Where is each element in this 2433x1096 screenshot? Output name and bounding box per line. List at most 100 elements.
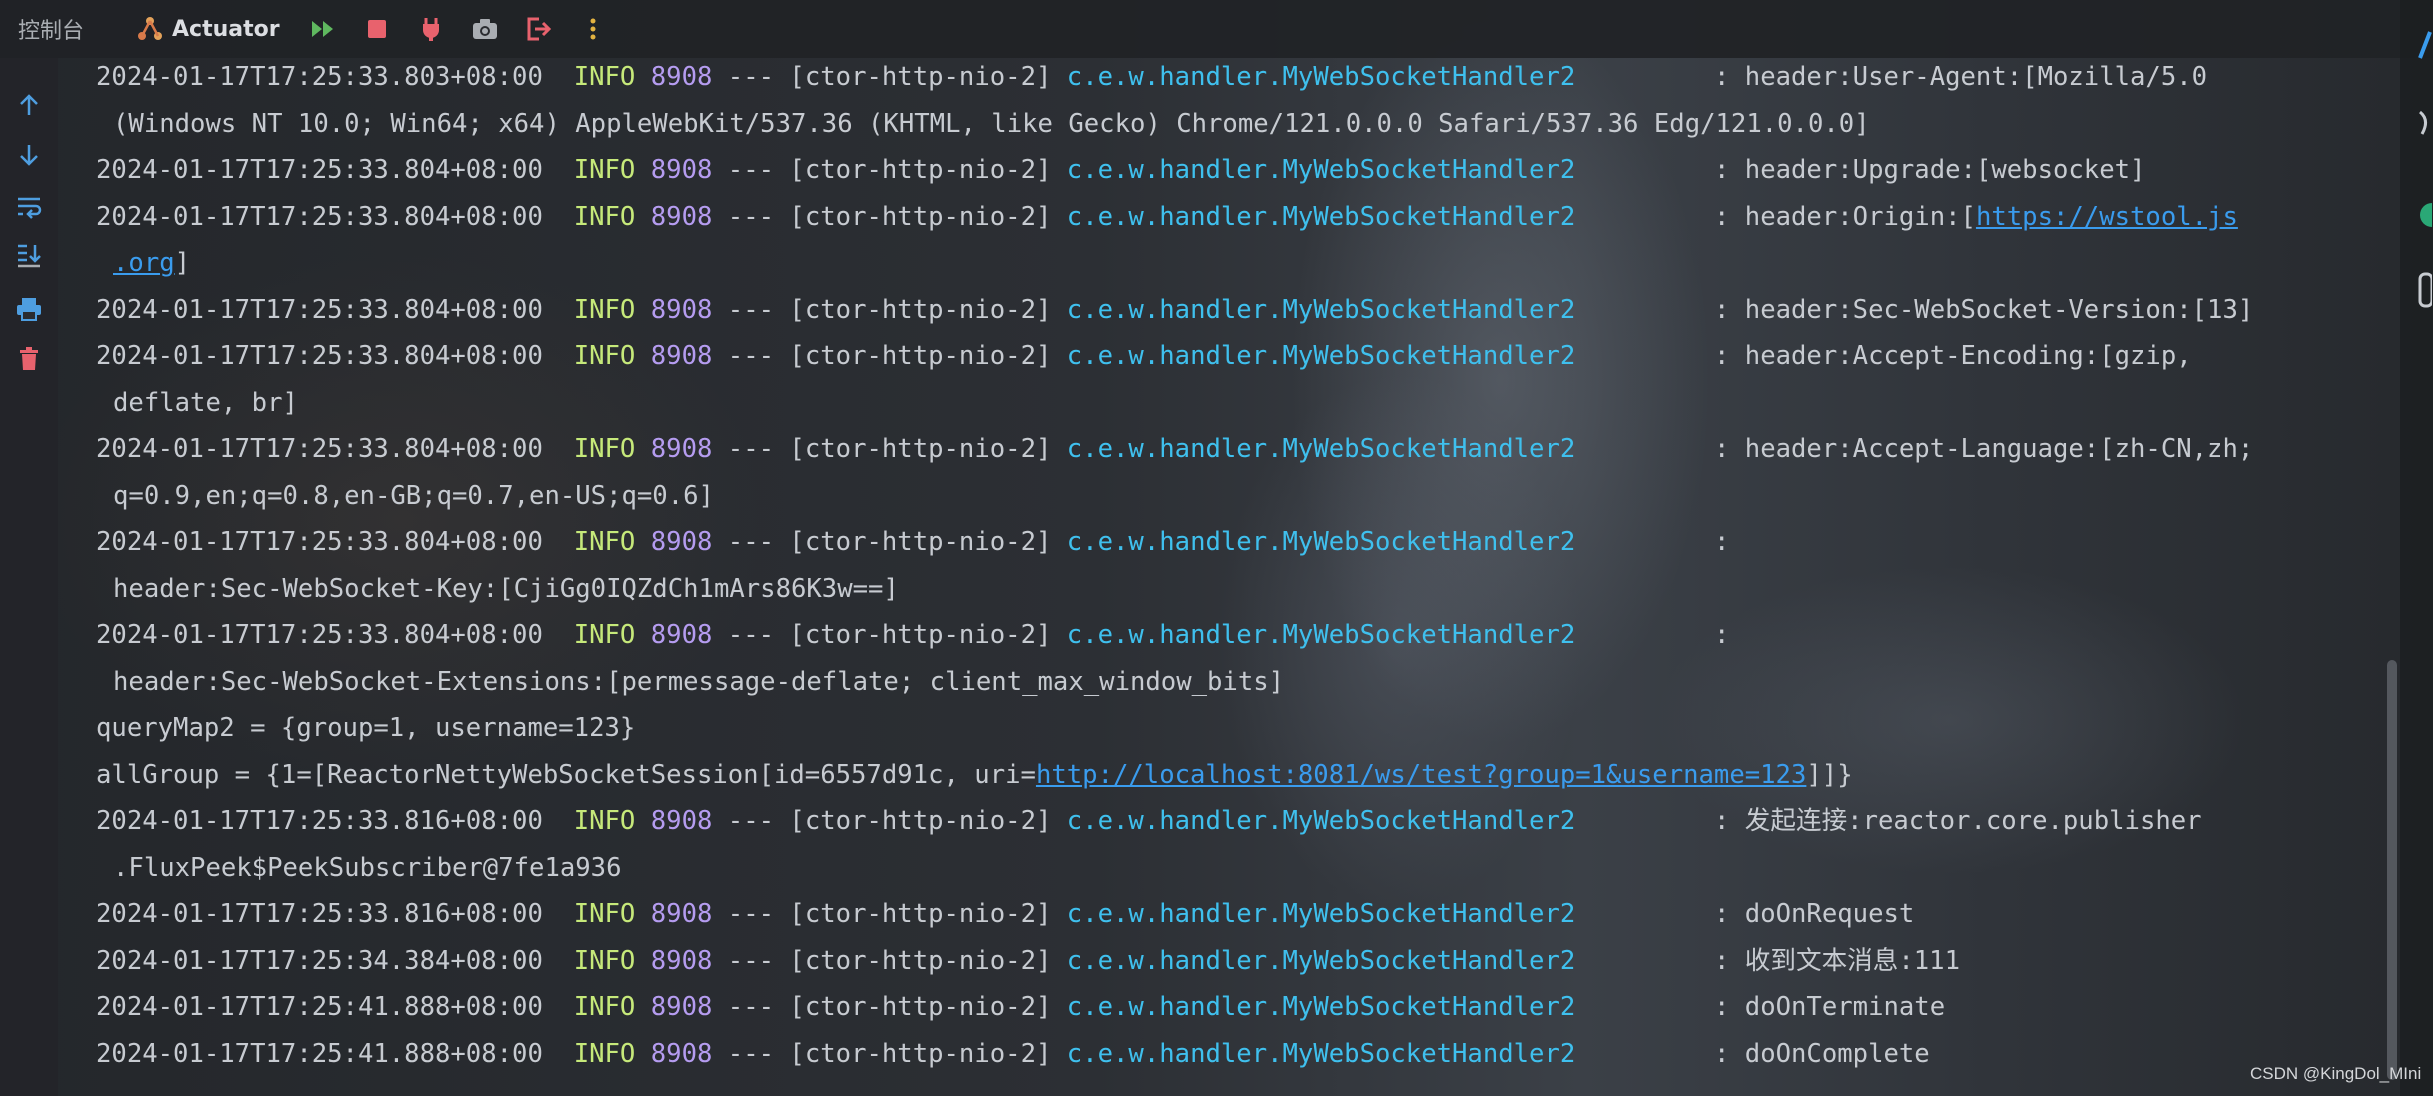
log-link[interactable]: http://localhost:8081/ws/test?group=1&us…: [1036, 760, 1806, 790]
stop-icon[interactable]: [360, 12, 394, 46]
log-thread: --- [ctor-http-nio-2]: [712, 992, 1067, 1022]
log-line: 2024-01-17T17:25:33.804+08:00 INFO 8908 …: [96, 194, 2376, 241]
actuator-tab-label: Actuator: [172, 16, 280, 42]
log-line: 2024-01-17T17:25:33.816+08:00 INFO 8908 …: [96, 798, 2376, 845]
log-logger-class[interactable]: c.e.w.handler.MyWebSocketHandler2: [1067, 341, 1576, 371]
log-separator: :: [1575, 201, 1745, 232]
tab-actuator[interactable]: Actuator: [136, 15, 280, 43]
log-pid: 8908: [650, 434, 713, 464]
log-timestamp: 2024-01-17T17:25:41.888+08:00: [96, 992, 543, 1022]
log-separator: :: [1575, 806, 1745, 836]
log-message: doOnRequest: [1744, 899, 1915, 929]
log-line: queryMap2 = {group=1, username=123}: [96, 705, 2376, 752]
tool-window-icon[interactable]: [2418, 30, 2432, 60]
log-logger-class[interactable]: c.e.w.handler.MyWebSocketHandler2: [1067, 295, 1576, 325]
log-separator: :: [1575, 945, 1745, 976]
log-separator: :: [1575, 899, 1745, 929]
log-level: INFO: [573, 294, 636, 325]
log-message-tail: ]]}: [1806, 759, 1853, 790]
log-pid: 8908: [650, 155, 713, 185]
log-message: queryMap2 = {group=1, username=123}: [96, 713, 636, 743]
log-timestamp: 2024-01-17T17:25:33.803+08:00: [96, 62, 543, 92]
log-separator: :: [1575, 1038, 1745, 1069]
plug-icon[interactable]: [414, 12, 448, 46]
arrow-up-icon[interactable]: [12, 88, 46, 122]
log-logger-class[interactable]: c.e.w.handler.MyWebSocketHandler2: [1067, 434, 1576, 464]
log-thread: --- [ctor-http-nio-2]: [712, 201, 1067, 232]
log-line: .org]: [96, 240, 2376, 287]
log-pid: 8908: [650, 620, 713, 650]
log-timestamp: 2024-01-17T17:25:33.804+08:00: [96, 341, 543, 371]
log-separator: :: [1575, 620, 1730, 650]
log-continuation: .FluxPeek$PeekSubscriber@7fe1a936: [113, 852, 622, 883]
scrollbar-thumb[interactable]: [2387, 660, 2397, 1080]
log-level: INFO: [573, 155, 636, 185]
settings-icon[interactable]: [2418, 108, 2432, 138]
log-line: header:Sec-WebSocket-Extensions:[permess…: [96, 659, 2376, 706]
log-line: 2024-01-17T17:25:33.804+08:00 INFO 8908 …: [96, 147, 2376, 194]
log-logger-class[interactable]: c.e.w.handler.MyWebSocketHandler2: [1067, 202, 1576, 232]
log-logger-class[interactable]: c.e.w.handler.MyWebSocketHandler2: [1067, 806, 1576, 836]
log-message: header:Accept-Language:[zh-CN,zh;: [1744, 434, 2254, 464]
log-separator: :: [1575, 992, 1745, 1022]
log-thread: --- [ctor-http-nio-2]: [712, 945, 1067, 976]
log-message: header:Sec-WebSocket-Version:[13]: [1744, 294, 2254, 325]
log-line: 2024-01-17T17:25:33.804+08:00 INFO 8908 …: [96, 287, 2376, 334]
log-logger-class[interactable]: c.e.w.handler.MyWebSocketHandler2: [1067, 899, 1576, 929]
log-pid: 8908: [650, 1038, 713, 1069]
console-log-output[interactable]: 2024-01-17T17:25:33.803+08:00 INFO 8908 …: [96, 54, 2376, 1096]
log-pid: 8908: [650, 945, 713, 976]
trash-icon[interactable]: [12, 342, 46, 376]
log-continuation: q=0.9,en;q=0.8,en-GB;q=0.7,en-US;q=0.6]: [113, 480, 714, 511]
exit-icon[interactable]: [522, 12, 556, 46]
log-line: .FluxPeek$PeekSubscriber@7fe1a936: [96, 845, 2376, 892]
log-line: 2024-01-17T17:25:41.888+08:00 INFO 8908 …: [96, 984, 2376, 1031]
log-logger-class[interactable]: c.e.w.handler.MyWebSocketHandler2: [1067, 62, 1576, 92]
log-logger-class[interactable]: c.e.w.handler.MyWebSocketHandler2: [1067, 946, 1576, 976]
log-pid: 8908: [650, 62, 713, 92]
log-line: allGroup = {1=[ReactorNettyWebSocketSess…: [96, 752, 2376, 799]
log-timestamp: 2024-01-17T17:25:33.816+08:00: [96, 806, 543, 836]
log-pid: 8908: [650, 992, 713, 1022]
log-thread: --- [ctor-http-nio-2]: [712, 806, 1067, 836]
print-icon[interactable]: [12, 292, 46, 326]
camera-icon[interactable]: [468, 12, 502, 46]
log-logger-class[interactable]: c.e.w.handler.MyWebSocketHandler2: [1067, 992, 1576, 1022]
log-message: 发起连接:reactor.core.publisher: [1744, 806, 2202, 836]
log-pid: 8908: [650, 341, 713, 371]
arrow-down-icon[interactable]: [12, 138, 46, 172]
log-pid: 8908: [650, 527, 713, 557]
log-separator: :: [1575, 527, 1730, 557]
log-thread: --- [ctor-http-nio-2]: [712, 155, 1067, 185]
log-timestamp: 2024-01-17T17:25:33.804+08:00: [96, 294, 543, 325]
log-timestamp: 2024-01-17T17:25:33.804+08:00: [96, 155, 543, 185]
log-link[interactable]: .org: [113, 248, 175, 278]
log-separator: :: [1575, 155, 1745, 185]
log-continuation: header:Sec-WebSocket-Key:[CjiGg0IQZdCh1m…: [113, 573, 899, 604]
status-indicator-icon[interactable]: [2418, 200, 2432, 230]
log-line: q=0.9,en;q=0.8,en-GB;q=0.7,en-US;q=0.6]: [96, 473, 2376, 520]
scroll-to-end-icon[interactable]: [12, 238, 46, 272]
log-level: INFO: [573, 201, 636, 232]
more-vertical-icon[interactable]: [576, 12, 610, 46]
log-timestamp: 2024-01-17T17:25:33.804+08:00: [96, 434, 543, 464]
log-level: INFO: [573, 341, 636, 371]
log-link[interactable]: https://wstool.js: [1976, 202, 2238, 232]
log-separator: :: [1575, 341, 1745, 371]
tab-console[interactable]: 控制台: [18, 13, 110, 45]
log-pid: 8908: [650, 899, 713, 929]
watermark: CSDN @KingDol_MIni: [2250, 1064, 2422, 1083]
log-logger-class[interactable]: c.e.w.handler.MyWebSocketHandler2: [1067, 155, 1576, 185]
log-logger-class[interactable]: c.e.w.handler.MyWebSocketHandler2: [1067, 527, 1576, 557]
log-message: 收到文本消息:111: [1744, 945, 1960, 976]
log-message: header:Upgrade:[websocket]: [1744, 155, 2146, 185]
log-continuation: header:Sec-WebSocket-Extensions:[permess…: [113, 666, 1285, 697]
fast-forward-icon[interactable]: [306, 12, 340, 46]
log-thread: --- [ctor-http-nio-2]: [712, 527, 1067, 557]
log-logger-class[interactable]: c.e.w.handler.MyWebSocketHandler2: [1067, 1039, 1576, 1069]
soft-wrap-icon[interactable]: [12, 190, 46, 224]
log-level: INFO: [573, 945, 636, 976]
database-icon[interactable]: [2418, 270, 2432, 310]
log-logger-class[interactable]: c.e.w.handler.MyWebSocketHandler2: [1067, 620, 1576, 650]
log-line: (Windows NT 10.0; Win64; x64) AppleWebKi…: [96, 101, 2376, 148]
